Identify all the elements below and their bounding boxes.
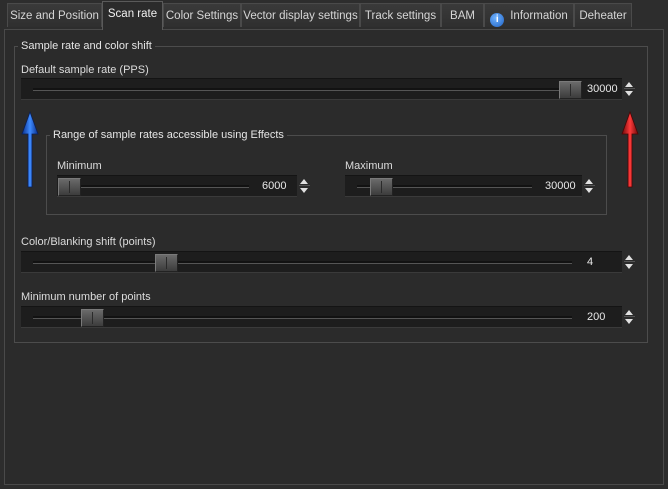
- spin-down-icon[interactable]: [300, 188, 308, 193]
- slider-track: [69, 185, 249, 188]
- tab-deheater[interactable]: Deheater: [574, 3, 632, 27]
- color-shift-spinner[interactable]: [622, 251, 637, 273]
- spin-separator: [624, 88, 635, 89]
- tab-size-and-position[interactable]: Size and Position: [7, 3, 102, 27]
- spin-down-icon[interactable]: [625, 264, 633, 269]
- tab-vector-display-settings[interactable]: Vector display settings: [241, 3, 360, 27]
- slider-track: [33, 88, 572, 91]
- maximum-spinner[interactable]: [582, 175, 597, 197]
- default-sample-rate-value[interactable]: 30000: [584, 78, 622, 100]
- minimum-slider[interactable]: [57, 175, 259, 197]
- spin-up-icon[interactable]: [625, 255, 633, 260]
- tab-color-settings[interactable]: Color Settings: [163, 3, 241, 27]
- min-points-spinner[interactable]: [622, 306, 637, 328]
- min-points-label: Minimum number of points: [21, 291, 151, 303]
- maximum-value[interactable]: 30000: [542, 175, 582, 197]
- tab-label: Vector display settings: [243, 10, 358, 22]
- spin-up-icon[interactable]: [625, 82, 633, 87]
- tab-label: Size and Position: [10, 10, 99, 22]
- tab-label: Track settings: [364, 10, 437, 22]
- slider-thumb[interactable]: [155, 254, 178, 272]
- spin-separator: [584, 185, 595, 186]
- minimum-label: Minimum: [57, 160, 102, 172]
- tab-label: Deheater: [579, 10, 627, 22]
- tab-label: Color Settings: [165, 10, 239, 22]
- tab-bar: Size and Position Scan rate Color Settin…: [0, 0, 668, 30]
- spin-down-icon[interactable]: [625, 319, 633, 324]
- minimum-spinner[interactable]: [297, 175, 312, 197]
- blue-up-arrow-icon: [21, 110, 39, 188]
- sample-rate-group-title: Sample rate and color shift: [18, 40, 155, 52]
- color-shift-slider[interactable]: [21, 251, 584, 273]
- spin-up-icon[interactable]: [625, 310, 633, 315]
- tab-information[interactable]: i Information: [484, 3, 574, 27]
- spin-down-icon[interactable]: [625, 91, 633, 96]
- slider-thumb[interactable]: [559, 81, 582, 99]
- slider-thumb[interactable]: [58, 178, 81, 196]
- tab-label: BAM: [450, 10, 475, 22]
- spin-separator: [624, 316, 635, 317]
- spin-separator: [624, 261, 635, 262]
- maximum-slider[interactable]: [345, 175, 542, 197]
- tab-label: Information: [510, 10, 568, 22]
- spin-up-icon[interactable]: [300, 179, 308, 184]
- tab-label: Scan rate: [107, 8, 158, 20]
- min-points-slider[interactable]: [21, 306, 584, 328]
- slider-track: [33, 261, 572, 264]
- spin-up-icon[interactable]: [585, 179, 593, 184]
- maximum-label: Maximum: [345, 160, 393, 172]
- default-sample-rate-label: Default sample rate (PPS): [21, 64, 149, 76]
- tab-bam[interactable]: BAM: [441, 3, 484, 27]
- slider-thumb[interactable]: [370, 178, 393, 196]
- spin-down-icon[interactable]: [585, 188, 593, 193]
- min-points-value[interactable]: 200: [584, 306, 622, 328]
- default-sample-rate-slider[interactable]: [21, 78, 584, 100]
- spin-separator: [299, 185, 310, 186]
- effects-range-group-title: Range of sample rates accessible using E…: [50, 129, 287, 141]
- info-icon: i: [490, 13, 505, 27]
- slider-thumb[interactable]: [81, 309, 104, 327]
- color-shift-label: Color/Blanking shift (points): [21, 236, 156, 248]
- minimum-value[interactable]: 6000: [259, 175, 297, 197]
- color-shift-value[interactable]: 4: [584, 251, 622, 273]
- red-down-arrow-icon: [621, 110, 639, 188]
- default-sample-rate-spinner[interactable]: [622, 78, 637, 100]
- tab-scan-rate[interactable]: Scan rate: [102, 1, 163, 30]
- slider-track: [33, 316, 572, 319]
- tab-track-settings[interactable]: Track settings: [360, 3, 441, 27]
